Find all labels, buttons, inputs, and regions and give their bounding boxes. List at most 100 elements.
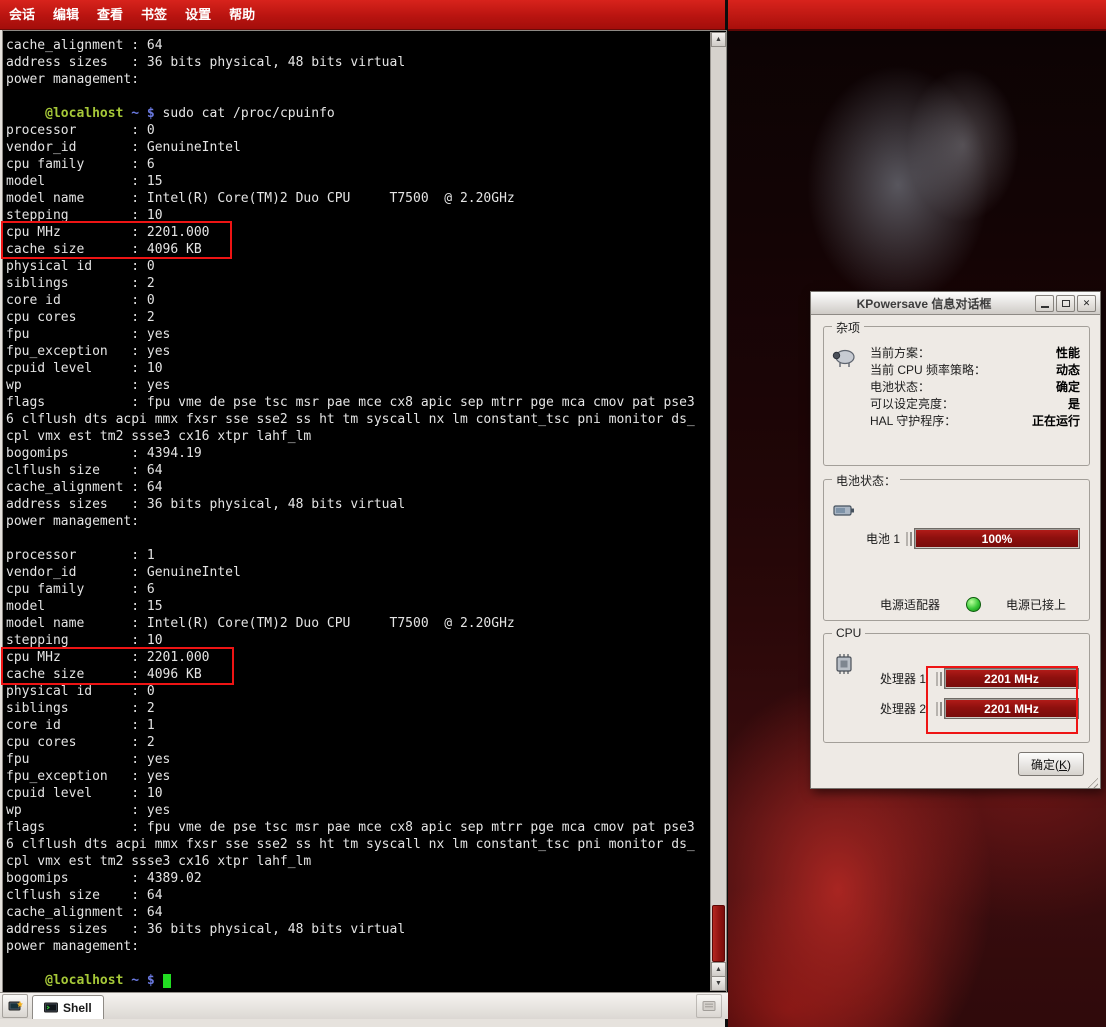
- terminal-screen[interactable]: cache_alignment : 64address sizes : 36 b…: [4, 32, 709, 991]
- bar-grip: [936, 702, 942, 716]
- dialog-body: 杂项 当前方案： 性能 当前 CPU 频率策略： 动态: [811, 314, 1100, 790]
- terminal-line: 6 clflush dts acpi mmx fxsr sse sse2 ss …: [6, 411, 709, 428]
- minimize-button[interactable]: [1035, 295, 1054, 312]
- scrollbar-thumb[interactable]: [712, 905, 725, 962]
- cpu-group-title: CPU: [832, 626, 865, 640]
- processor-2-freq-text: 2201 MHz: [945, 699, 1078, 718]
- terminal-line: wp : yes: [6, 802, 709, 819]
- battery-label: 电池 1: [866, 530, 906, 547]
- terminal-line: cpuid level : 10: [6, 785, 709, 802]
- session-list-button[interactable]: [696, 994, 722, 1018]
- terminal-line: @localhost ~ $: [6, 972, 709, 989]
- scroll-down-button[interactable]: ▼: [711, 976, 726, 991]
- terminal-line: model name : Intel(R) Core(TM)2 Duo CPU …: [6, 615, 709, 632]
- terminal-line: cache size : 4096 KB: [6, 666, 709, 683]
- terminal-line: address sizes : 36 bits physical, 48 bit…: [6, 54, 709, 71]
- battery-group-title: 电池状态：: [832, 472, 900, 489]
- menu-session[interactable]: 会话: [0, 0, 44, 29]
- misc-row-brightness: 可以设定亮度： 是: [870, 395, 1080, 412]
- cpu-row-2: 处理器 2 2201 MHz: [880, 698, 1079, 719]
- terminal-line: core id : 1: [6, 717, 709, 734]
- processor-1-freq-text: 2201 MHz: [945, 669, 1078, 688]
- terminal-line: cpl vmx est tm2 ssse3 cx16 xtpr lahf_lm: [6, 853, 709, 870]
- terminal-line: physical id : 0: [6, 258, 709, 275]
- ok-button[interactable]: 确定(K): [1018, 752, 1084, 776]
- ac-adapter-led-icon: [966, 597, 981, 612]
- terminal-line: siblings : 2: [6, 700, 709, 717]
- tab-shell[interactable]: Shell: [32, 995, 104, 1019]
- ac-adapter-row: 电源适配器 电源已接上: [880, 596, 1066, 613]
- terminal-line: core id : 0: [6, 292, 709, 309]
- scroll-up-button[interactable]: ▲: [711, 32, 726, 47]
- misc-row-hal-daemon: HAL 守护程序： 正在运行: [870, 412, 1080, 429]
- terminal-line: processor : 0: [6, 122, 709, 139]
- misc-row-cpu-policy: 当前 CPU 频率策略： 动态: [870, 361, 1080, 378]
- screen: 会话 编辑 查看 书签 设置 帮助 cache_alignment : 64ad…: [0, 0, 1106, 1027]
- cpu-row-1: 处理器 1 2201 MHz: [880, 668, 1079, 689]
- terminal-line: vendor_id : GenuineIntel: [6, 564, 709, 581]
- terminal-line: cache_alignment : 64: [6, 479, 709, 496]
- menu-view[interactable]: 查看: [88, 0, 132, 29]
- terminal-line: cache size : 4096 KB: [6, 241, 709, 258]
- misc-group-title: 杂项: [832, 319, 864, 336]
- terminal-line: processor : 1: [6, 547, 709, 564]
- menu-edit[interactable]: 编辑: [44, 0, 88, 29]
- misc-row-battery-state: 电池状态： 确定: [870, 378, 1080, 395]
- ac-adapter-label: 电源适配器: [880, 596, 940, 613]
- misc-rows: 当前方案： 性能 当前 CPU 频率策略： 动态 电池状态： 确定 可以设定亮度…: [870, 344, 1080, 429]
- terminal-line: cpu family : 6: [6, 156, 709, 173]
- ac-adapter-status: 电源已接上: [1006, 596, 1066, 613]
- terminal-line: stepping : 10: [6, 632, 709, 649]
- battery-icon: [832, 498, 856, 522]
- terminal-line: cpl vmx est tm2 ssse3 cx16 xtpr lahf_lm: [6, 428, 709, 445]
- terminal-line: cpu cores : 2: [6, 309, 709, 326]
- terminal-line: fpu_exception : yes: [6, 768, 709, 785]
- resize-grip[interactable]: [1085, 775, 1098, 788]
- terminal-scrollbar[interactable]: ▲ ▲ ▼: [710, 32, 726, 991]
- terminal-line: bogomips : 4389.02: [6, 870, 709, 887]
- processor-2-freq-bar: 2201 MHz: [944, 698, 1079, 719]
- cpu-chip-icon: [832, 652, 856, 676]
- menu-bookmarks[interactable]: 书签: [132, 0, 176, 29]
- maximize-button[interactable]: [1056, 295, 1075, 312]
- tab-shell-label: Shell: [63, 1001, 92, 1015]
- terminal-line: cpu MHz : 2201.000: [6, 649, 709, 666]
- terminal-line: clflush size : 64: [6, 887, 709, 904]
- scroll-up-button-2[interactable]: ▲: [711, 962, 726, 977]
- terminal-line: power management:: [6, 71, 709, 88]
- session-list-icon: [702, 1000, 716, 1012]
- kpowersave-sheep-icon: [832, 345, 856, 369]
- new-session-icon: [8, 1000, 23, 1013]
- battery-progressbar: 100%: [914, 528, 1080, 549]
- terminal-line: cache_alignment : 64: [6, 37, 709, 54]
- close-button[interactable]: ✕: [1077, 295, 1096, 312]
- battery-percent-text: 100%: [915, 529, 1079, 548]
- terminal-line: address sizes : 36 bits physical, 48 bit…: [6, 921, 709, 938]
- terminal-line: model : 15: [6, 598, 709, 615]
- terminal-line: stepping : 10: [6, 207, 709, 224]
- cpu-group: CPU 处理器 1 2201 MHz: [823, 633, 1090, 743]
- battery-group: 电池状态： 电池 1 100% 电源适配器 电: [823, 479, 1090, 621]
- terminal-region: cache_alignment : 64address sizes : 36 b…: [2, 30, 727, 993]
- processor-1-label: 处理器 1: [880, 670, 936, 687]
- terminal-line: model name : Intel(R) Core(TM)2 Duo CPU …: [6, 190, 709, 207]
- minimize-icon: [1041, 306, 1049, 308]
- terminal-line: clflush size : 64: [6, 462, 709, 479]
- terminal-line: fpu : yes: [6, 326, 709, 343]
- new-session-button[interactable]: [2, 994, 28, 1018]
- menu-help[interactable]: 帮助: [220, 0, 264, 29]
- menu-bar: 会话 编辑 查看 书签 设置 帮助: [0, 0, 725, 30]
- bar-grip: [936, 672, 942, 686]
- terminal-line: physical id : 0: [6, 683, 709, 700]
- terminal-line: cpu MHz : 2201.000: [6, 224, 709, 241]
- menu-settings[interactable]: 设置: [176, 0, 220, 29]
- kpowersave-dialog: KPowersave 信息对话框 ✕ 杂项 当前方案： 性能: [810, 291, 1101, 789]
- terminal-line: @localhost ~ $ sudo cat /proc/cpuinfo: [6, 105, 709, 122]
- terminal-icon: [44, 1002, 58, 1014]
- dialog-footer: 确定(K): [1018, 752, 1084, 776]
- terminal-line: power management:: [6, 513, 709, 530]
- terminal-line: model : 15: [6, 173, 709, 190]
- terminal-line: wp : yes: [6, 377, 709, 394]
- dialog-titlebar[interactable]: KPowersave 信息对话框 ✕: [811, 292, 1100, 315]
- terminal-line: [6, 88, 709, 105]
